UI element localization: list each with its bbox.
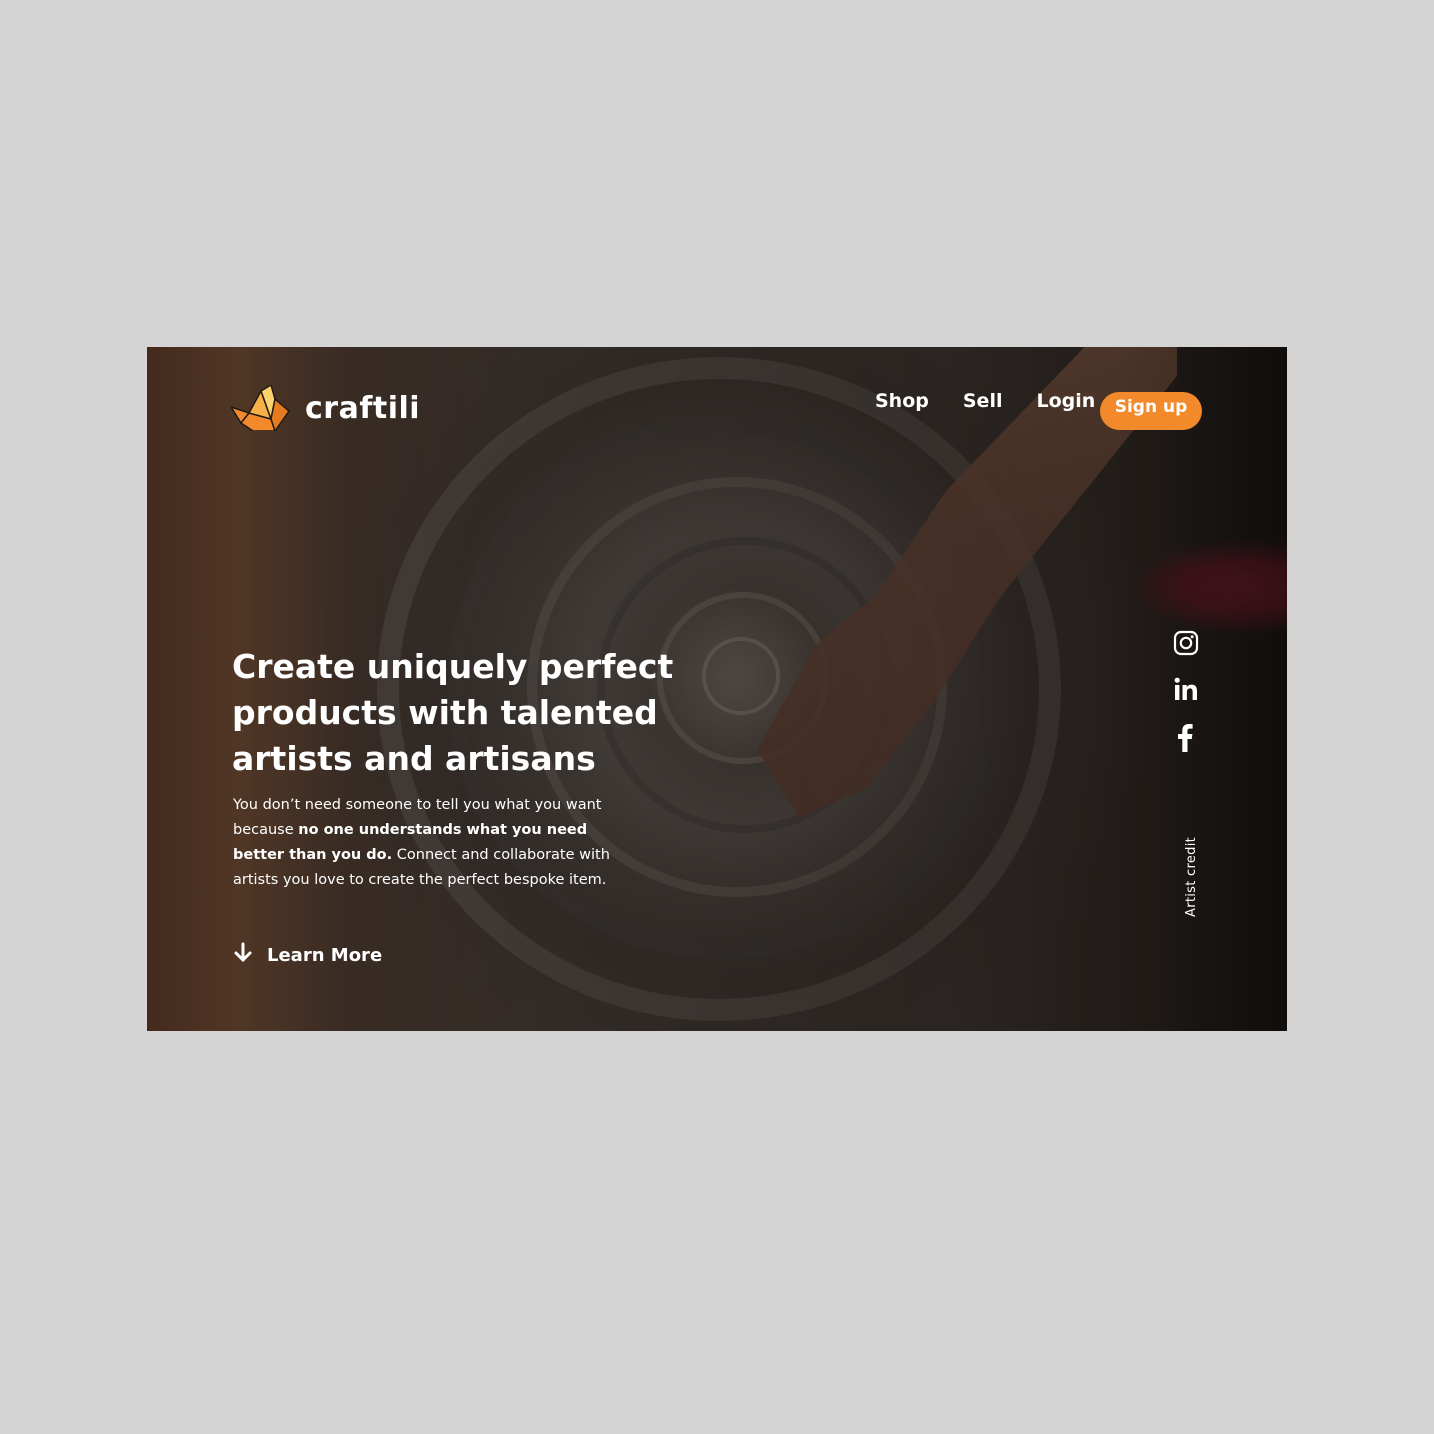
instagram-icon[interactable] bbox=[1173, 630, 1199, 660]
hero-headline: Create uniquely perfect products with ta… bbox=[232, 647, 674, 778]
hero-description: You don’t need someone to tell you what … bbox=[233, 793, 633, 893]
nav-shop-link[interactable]: Shop bbox=[875, 390, 929, 412]
brand-name: craftili bbox=[305, 390, 421, 426]
facebook-icon[interactable] bbox=[1173, 722, 1199, 756]
nav-sell-link[interactable]: Sell bbox=[963, 390, 1003, 412]
learn-more-label: Learn More bbox=[267, 944, 383, 966]
linkedin-icon[interactable] bbox=[1173, 676, 1199, 706]
artist-credit[interactable]: Artist credit bbox=[1184, 837, 1199, 917]
learn-more-link[interactable]: Learn More bbox=[233, 942, 382, 968]
signup-button[interactable]: Sign up bbox=[1100, 392, 1202, 430]
hero-section: craftili Shop Sell Login Sign up Create … bbox=[147, 347, 1287, 1031]
arrow-down-icon bbox=[233, 942, 253, 968]
origami-bird-logo-icon bbox=[231, 385, 291, 431]
social-links bbox=[1172, 630, 1200, 756]
brand-logo[interactable]: craftili bbox=[231, 385, 420, 431]
nav-login-link[interactable]: Login bbox=[1036, 390, 1095, 412]
main-nav: Shop Sell Login bbox=[875, 390, 1095, 412]
